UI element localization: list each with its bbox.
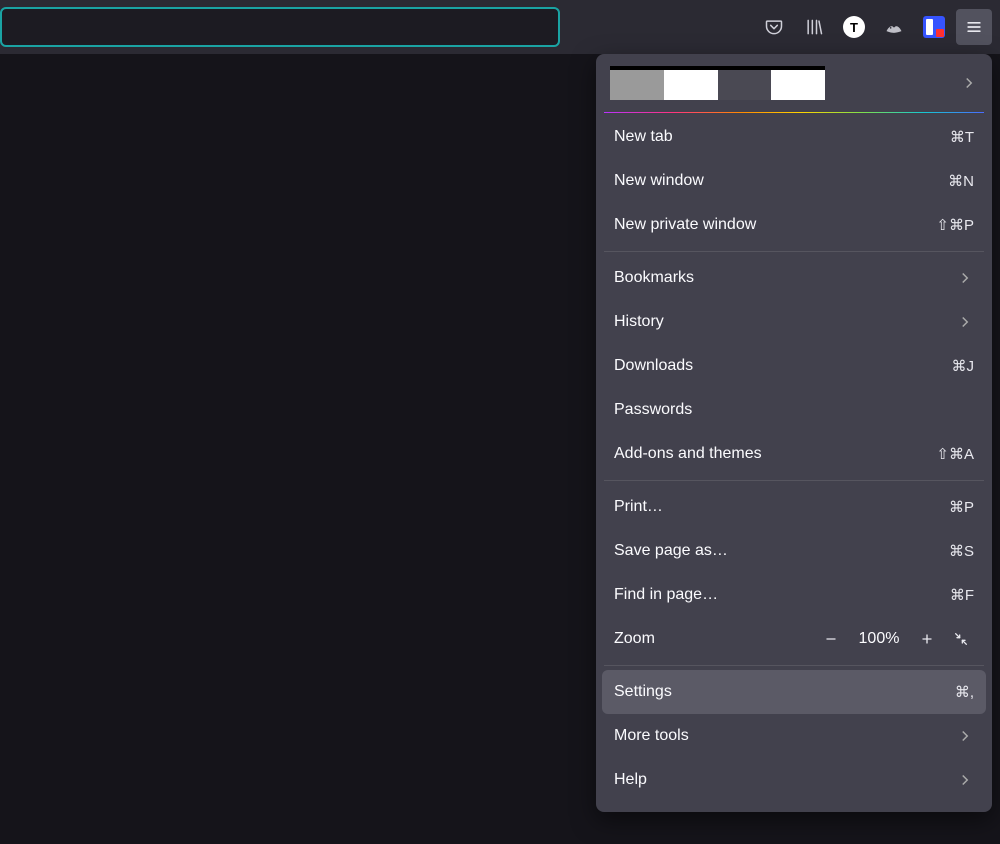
menu-item-label: New window [614,172,704,190]
menu-separator [604,251,984,252]
extension-1-icon[interactable] [876,9,912,45]
menu-item-label: Settings [614,683,672,701]
menu-item-shortcut: ⌘N [948,172,974,190]
menu-item-bookmarks[interactable]: Bookmarks [602,256,986,300]
menu-item-shortcut: ⇧⌘A [936,445,974,463]
account-avatar[interactable]: T [836,9,872,45]
menu-item-label: Save page as… [614,542,728,560]
hamburger-menu-button[interactable] [956,9,992,45]
zoom-in-button[interactable] [910,622,944,656]
menu-item-new-private-window[interactable]: New private window ⇧⌘P [602,203,986,247]
menu-item-new-window[interactable]: New window ⌘N [602,159,986,203]
theme-swatch-preview [610,66,825,100]
rainbow-divider [604,112,984,113]
extension-2-icon[interactable] [916,9,952,45]
menu-item-label: Help [614,771,647,789]
menu-item-find-in-page[interactable]: Find in page… ⌘F [602,573,986,617]
browser-toolbar: T [0,0,1000,54]
menu-separator [604,480,984,481]
chevron-right-icon [956,269,974,287]
menu-item-label: Find in page… [614,586,718,604]
menu-item-save-page-as[interactable]: Save page as… ⌘S [602,529,986,573]
menu-item-label: Downloads [614,357,693,375]
menu-item-label: More tools [614,727,689,745]
library-icon[interactable] [796,9,832,45]
menu-item-label: Passwords [614,401,692,419]
chevron-right-icon [956,727,974,745]
menu-item-shortcut: ⌘T [950,128,974,146]
menu-item-label: Bookmarks [614,269,694,287]
url-bar[interactable] [0,7,560,47]
menu-item-shortcut: ⌘S [949,542,974,560]
app-menu-panel: New tab ⌘T New window ⌘N New private win… [596,54,992,812]
menu-item-shortcut: ⌘F [950,586,974,604]
menu-item-help[interactable]: Help [602,758,986,802]
menu-item-print[interactable]: Print… ⌘P [602,485,986,529]
menu-item-settings[interactable]: Settings ⌘, [602,670,986,714]
menu-item-shortcut: ⇧⌘P [936,216,974,234]
pocket-icon[interactable] [756,9,792,45]
menu-item-shortcut: ⌘, [955,683,974,701]
menu-item-more-tools[interactable]: More tools [602,714,986,758]
chevron-right-icon [960,74,978,92]
menu-item-label: New private window [614,216,756,234]
menu-account-row[interactable] [602,60,986,108]
chevron-right-icon [956,771,974,789]
menu-zoom-row: Zoom 100% [602,617,986,661]
menu-item-label: History [614,313,664,331]
chevron-right-icon [956,313,974,331]
menu-item-addons[interactable]: Add-ons and themes ⇧⌘A [602,432,986,476]
menu-item-passwords[interactable]: Passwords [602,388,986,432]
menu-item-label: Add-ons and themes [614,445,762,463]
menu-separator [604,665,984,666]
fullscreen-button[interactable] [944,622,978,656]
menu-item-shortcut: ⌘J [952,357,975,375]
zoom-label: Zoom [614,630,814,648]
menu-item-label: Print… [614,498,663,516]
zoom-value: 100% [848,630,910,648]
zoom-out-button[interactable] [814,622,848,656]
menu-item-downloads[interactable]: Downloads ⌘J [602,344,986,388]
menu-item-shortcut: ⌘P [949,498,974,516]
menu-item-new-tab[interactable]: New tab ⌘T [602,115,986,159]
menu-item-label: New tab [614,128,673,146]
menu-item-history[interactable]: History [602,300,986,344]
avatar-initial: T [843,16,865,38]
